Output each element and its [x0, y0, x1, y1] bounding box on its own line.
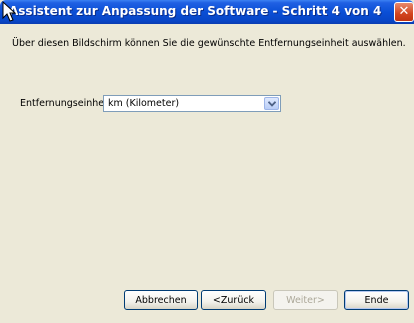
distance-unit-select[interactable]: km (Kilometer) — [103, 95, 281, 112]
window-title: Assistent zur Anpassung der Software - S… — [9, 4, 382, 18]
distance-unit-label: Entfernungseinheit: — [20, 98, 114, 109]
wizard-content: Über diesen Bildschirm können Sie die ge… — [0, 24, 414, 323]
distance-unit-value: km (Kilometer) — [108, 98, 180, 109]
finish-button[interactable]: Ende — [344, 290, 409, 310]
mouse-cursor-icon — [2, 1, 17, 22]
close-button[interactable]: ✕ — [394, 2, 414, 22]
chevron-down-icon — [268, 101, 276, 107]
instruction-text: Über diesen Bildschirm können Sie die ge… — [12, 38, 406, 49]
back-button[interactable]: <Zurück — [201, 290, 266, 310]
dropdown-button[interactable] — [264, 97, 279, 110]
wizard-window: Assistent zur Anpassung der Software - S… — [0, 0, 414, 323]
title-bar[interactable]: Assistent zur Anpassung der Software - S… — [0, 0, 414, 24]
next-button[interactable]: Weiter> — [273, 290, 338, 310]
cancel-button[interactable]: Abbrechen — [124, 290, 198, 310]
